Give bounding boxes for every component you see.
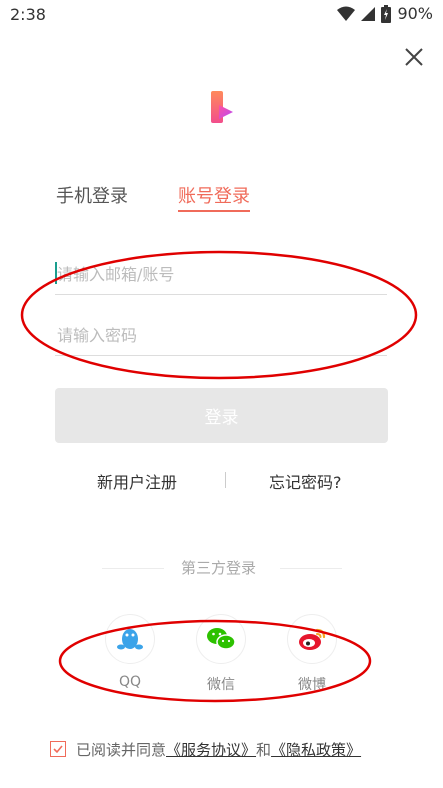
checkmark-icon	[53, 745, 63, 754]
wechat-icon	[207, 628, 236, 650]
forgot-password-link[interactable]: 忘记密码?	[269, 469, 342, 493]
links-divider	[225, 472, 226, 488]
auth-links: 新用户注册 忘记密码?	[0, 469, 443, 493]
wifi-icon	[337, 6, 356, 21]
wechat-icon-circle	[196, 614, 246, 664]
qq-label: QQ	[118, 674, 142, 690]
cellular-icon	[361, 6, 376, 21]
close-button[interactable]	[401, 44, 427, 70]
third-party-title: 第三方登录	[181, 559, 257, 577]
agreement-and: 和	[256, 740, 272, 759]
close-icon	[405, 48, 423, 66]
agreement-checkbox[interactable]	[50, 741, 66, 757]
third-party-header: 第三方登录	[0, 557, 443, 579]
divider-right	[280, 568, 342, 569]
qq-icon-circle	[105, 614, 155, 664]
weibo-icon	[299, 628, 326, 650]
password-input[interactable]	[55, 319, 389, 351]
register-link[interactable]: 新用户注册	[97, 469, 177, 493]
wechat-login-button[interactable]: 微信	[196, 614, 246, 694]
terms-of-service-link[interactable]: 《服务协议》	[166, 739, 256, 760]
weibo-label: 微博	[298, 677, 326, 693]
weibo-icon-circle	[287, 614, 337, 664]
weibo-login-button[interactable]: 微博	[287, 614, 337, 694]
battery-icon	[381, 4, 392, 23]
password-field-container	[55, 315, 389, 356]
agreement-row: 已阅读并同意 《服务协议》 和 《隐私政策》	[50, 738, 361, 760]
app-logo	[211, 91, 233, 123]
tab-account-login[interactable]: 账号登录	[178, 182, 250, 208]
status-bar: 2:38 90%	[0, 0, 443, 30]
privacy-policy-link[interactable]: 《隐私政策》	[271, 739, 361, 760]
status-icons: 90%	[337, 4, 433, 23]
email-field-container	[55, 254, 389, 295]
qq-icon	[117, 629, 143, 650]
active-tab-indicator	[178, 210, 250, 212]
agreement-prefix: 已阅读并同意	[76, 740, 167, 759]
login-tabs: 手机登录 账号登录	[56, 182, 396, 216]
divider-left	[102, 568, 164, 569]
tab-phone-login[interactable]: 手机登录	[56, 182, 128, 208]
login-button[interactable]: 登录	[55, 388, 388, 443]
qq-login-button[interactable]: QQ	[105, 614, 155, 690]
status-time: 2:38	[10, 5, 46, 24]
wechat-label: 微信	[207, 677, 235, 693]
battery-percentage: 90%	[397, 4, 433, 23]
email-input[interactable]	[55, 258, 389, 290]
